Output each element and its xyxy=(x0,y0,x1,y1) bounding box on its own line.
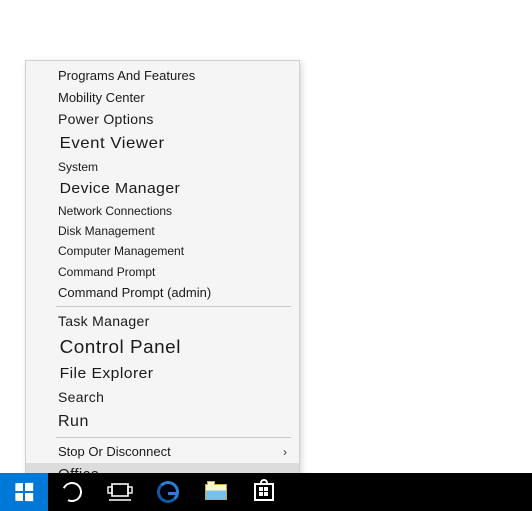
chevron-right-icon: › xyxy=(283,444,287,460)
menu-item-computer-management[interactable]: Computer Management xyxy=(26,241,299,261)
menu-item-search[interactable]: Search xyxy=(26,386,299,409)
menu-item-label: Control Panel xyxy=(60,337,181,357)
menu-item-label: Device Manager xyxy=(60,180,181,197)
menu-item-task-manager[interactable]: Task Manager xyxy=(26,310,299,333)
file-explorer-button[interactable] xyxy=(192,473,240,511)
menu-item-device-manager[interactable]: Device Manager xyxy=(26,177,313,201)
menu-item-event-viewer[interactable]: Event Viewer xyxy=(26,131,313,157)
cortana-icon xyxy=(59,479,85,505)
menu-item-label: Search xyxy=(58,389,104,405)
menu-item-power-options[interactable]: Power Options xyxy=(26,108,299,131)
menu-item-label: Network Connections xyxy=(58,204,172,218)
task-view-button[interactable] xyxy=(96,473,144,511)
menu-item-label: Computer Management xyxy=(58,244,184,258)
cortana-button[interactable] xyxy=(48,473,96,511)
menu-item-label: System xyxy=(58,160,98,174)
taskbar xyxy=(0,473,532,511)
start-button[interactable] xyxy=(0,473,48,511)
menu-item-run[interactable]: Run xyxy=(26,409,299,435)
menu-item-control-panel[interactable]: Control Panel xyxy=(26,333,313,361)
menu-item-label: Disk Management xyxy=(58,224,155,238)
menu-divider xyxy=(56,437,291,438)
menu-item-file-explorer[interactable]: File Explorer xyxy=(26,362,313,386)
menu-item-label: File Explorer xyxy=(60,365,154,382)
menu-item-label: Command Prompt (admin) xyxy=(58,285,211,300)
edge-button[interactable] xyxy=(144,473,192,511)
menu-item-command-prompt[interactable]: Command Prompt xyxy=(26,262,299,282)
menu-item-label: Power Options xyxy=(58,111,154,127)
menu-item-label: Programs And Features xyxy=(58,68,195,83)
menu-item-disk-management[interactable]: Disk Management xyxy=(26,221,299,241)
menu-item-label: Run xyxy=(58,413,89,430)
edge-icon xyxy=(157,481,179,503)
menu-divider xyxy=(56,306,291,307)
menu-item-label: Task Manager xyxy=(58,313,150,329)
task-view-icon xyxy=(107,483,133,501)
menu-item-mobility-center[interactable]: Mobility Center xyxy=(26,87,299,109)
menu-item-system[interactable]: System xyxy=(26,157,299,177)
menu-item-network-connections[interactable]: Network Connections xyxy=(26,201,299,221)
store-icon xyxy=(254,483,274,501)
menu-item-programs-and-features[interactable]: Programs And Features xyxy=(26,65,299,87)
menu-item-label: Stop Or Disconnect xyxy=(58,444,171,459)
file-explorer-icon xyxy=(205,484,227,500)
windows-logo-icon xyxy=(15,483,33,502)
winx-context-menu[interactable]: Programs And Features Mobility Center Powe… xyxy=(25,60,300,492)
menu-item-label: Mobility Center xyxy=(58,90,145,105)
store-button[interactable] xyxy=(240,473,288,511)
menu-item-command-prompt-admin[interactable]: Command Prompt (admin) xyxy=(26,282,299,304)
menu-item-label: Command Prompt xyxy=(58,265,155,279)
menu-item-stop-or-disconnect[interactable]: Stop Or Disconnect › xyxy=(26,441,299,463)
menu-item-label: Event Viewer xyxy=(60,135,165,152)
